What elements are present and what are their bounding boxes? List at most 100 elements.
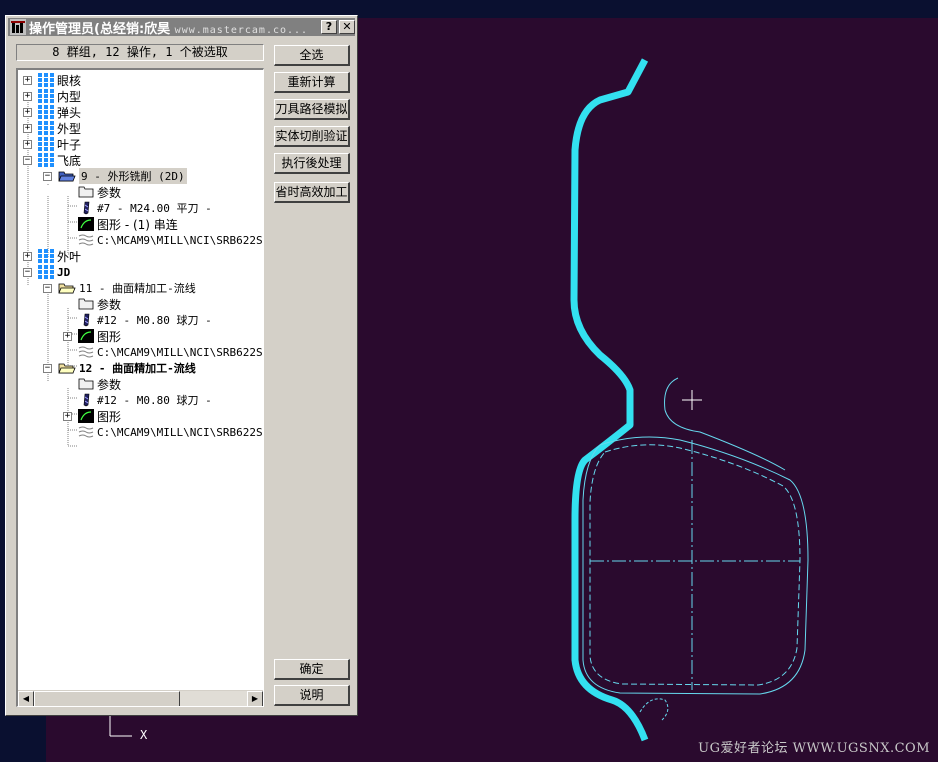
operation-title: 12 - 曲面精加工-流线 [79,362,196,375]
expand-toggle[interactable]: + [63,332,72,341]
tree-tool-11[interactable]: #12 - M0.80 球刀 - [78,312,212,328]
operation-title: 9 - 外形铣削 (2D) [79,168,187,184]
tree-nci-11[interactable]: C:\MCAM9\MILL\NCI\SRB622S (U [78,344,264,360]
tree-operation-9[interactable]: 9 - 外形铣削 (2D) [58,168,187,184]
tree-operation-12[interactable]: 12 - 曲面精加工-流线 [58,360,196,376]
params-label: 参数 [97,185,122,200]
expand-toggle[interactable]: + [23,76,32,85]
tree-nci-9[interactable]: C:\MCAM9\MILL\NCI\SRB622S (U [78,232,264,248]
tree-group-2[interactable]: 内型 [38,88,81,104]
backplot-button[interactable]: 刀具路径模拟 [274,99,350,120]
group-grid-icon [38,105,54,119]
group-label: 飞底 [57,153,82,168]
tree-group-4[interactable]: 外型 [38,120,81,136]
tree-tool-12[interactable]: #12 - M0.80 球刀 - [78,392,212,408]
tree-group-8[interactable]: JD [38,264,70,280]
group-label: 外型 [57,121,82,136]
geometry-icon [78,409,94,423]
help-button[interactable]: 说明 [274,685,350,706]
collapse-toggle[interactable]: − [23,268,32,277]
verify-button[interactable]: 实体切削验证 [274,126,350,147]
operations-manager-dialog: 操作管理员(总经销:欣昊 www.mastercam.co... ? ✕ 8 群… [5,15,358,716]
dialog-title-site: www.mastercam.co... [174,24,309,36]
outer-toolpath [570,58,649,742]
group-grid-icon [38,73,54,87]
collapse-toggle[interactable]: − [43,172,52,181]
nci-path-label: C:\MCAM9\MILL\NCI\SRB622S (U [97,233,264,247]
tree-nci-12[interactable]: C:\MCAM9\MILL\NCI\SRB622S (U [78,424,264,440]
folder-icon [78,378,94,390]
collapse-toggle[interactable]: − [43,364,52,373]
dialog-titlebar[interactable]: 操作管理员(总经销:欣昊 www.mastercam.co... ? ✕ [8,18,355,36]
endmill-tool-icon [83,201,90,215]
group-label: 眼核 [57,73,82,88]
tree-params-12[interactable]: 参数 [78,376,121,392]
tool-label: #7 - M24.00 平刀 - [97,202,212,215]
group-label: 内型 [57,89,82,104]
collapse-toggle[interactable]: − [23,156,32,165]
nci-path-label: C:\MCAM9\MILL\NCI\SRB622S (U [97,425,264,439]
lens-offset [589,444,801,686]
tree-params-9[interactable]: 参数 [78,184,121,200]
collapse-toggle[interactable]: − [43,284,52,293]
hst-button[interactable]: 省时高效加工 [274,182,350,203]
tree-group-1[interactable]: 眼核 [38,72,81,88]
scroll-thumb[interactable] [34,691,180,706]
geometry-icon [78,217,94,231]
tree-geometry-11[interactable]: 图形 [78,328,121,344]
toolpath-file-icon [78,426,94,438]
folder-icon [78,186,94,198]
toolpath-file-icon [78,234,94,246]
group-label: 叶子 [57,137,82,152]
tree-horizontal-scrollbar[interactable]: ◀ ▶ [18,690,263,706]
ballmill-tool-icon [83,393,90,407]
expand-toggle[interactable]: + [63,412,72,421]
tree-operation-11[interactable]: 11 - 曲面精加工-流线 [58,280,196,296]
tool-label: #12 - M0.80 球刀 - [97,394,212,407]
group-grid-icon [38,265,54,279]
select-all-button[interactable]: 全选 [274,45,350,66]
tool-label: #12 - M0.80 球刀 - [97,314,212,327]
expand-toggle[interactable]: + [23,108,32,117]
group-grid-icon [38,249,54,263]
expand-toggle[interactable]: + [23,124,32,133]
expand-toggle[interactable]: + [23,140,32,149]
scroll-right-arrow-icon[interactable]: ▶ [247,691,263,706]
operation-tree[interactable]: + 眼核 + 内型 + 弹头 + 外型 + 叶子 − 飞底 − 9 - 外形铣削… [16,68,264,707]
help-title-button[interactable]: ? [321,20,337,34]
tree-group-3[interactable]: 弹头 [38,104,81,120]
operation-title: 11 - 曲面精加工-流线 [79,282,196,295]
tree-group-6[interactable]: 飞底 [38,152,81,168]
tree-geometry-9[interactable]: 图形 - (1) 串连 [78,216,178,232]
open-folder-icon [58,363,76,374]
bridge-curve [664,377,786,471]
expand-toggle[interactable]: + [23,252,32,261]
close-button[interactable]: ✕ [339,20,355,34]
mastercam-app-icon [10,19,26,35]
group-grid-icon [38,89,54,103]
group-label: 弹头 [57,105,82,120]
scroll-left-arrow-icon[interactable]: ◀ [18,691,34,706]
tree-tool-9[interactable]: #7 - M24.00 平刀 - [78,200,212,216]
regenerate-button[interactable]: 重新计算 [274,72,350,93]
watermark: UG爱好者论坛 WWW.UGSNX.COM [698,741,930,756]
lens-contour [582,436,809,695]
post-button[interactable]: 执行後处理 [274,153,350,174]
group-grid-icon [38,153,54,167]
open-folder-icon [58,283,76,294]
ok-button[interactable]: 确定 [274,659,350,680]
geometry-icon [78,329,94,343]
ballmill-tool-icon [83,313,90,327]
tree-geometry-12[interactable]: 图形 [78,408,121,424]
group-grid-icon [38,121,54,135]
geometry-label: 图形 [97,329,122,344]
expand-toggle[interactable]: + [23,92,32,101]
tree-group-5[interactable]: 叶子 [38,136,81,152]
nci-path-label: C:\MCAM9\MILL\NCI\SRB622S (U [97,345,264,359]
open-folder-selected-icon [58,171,76,182]
group-grid-icon [38,137,54,151]
toolpath-file-icon [78,346,94,358]
tree-group-7[interactable]: 外叶 [38,248,81,264]
tree-params-11[interactable]: 参数 [78,296,121,312]
x-axis-label: X [140,728,148,742]
